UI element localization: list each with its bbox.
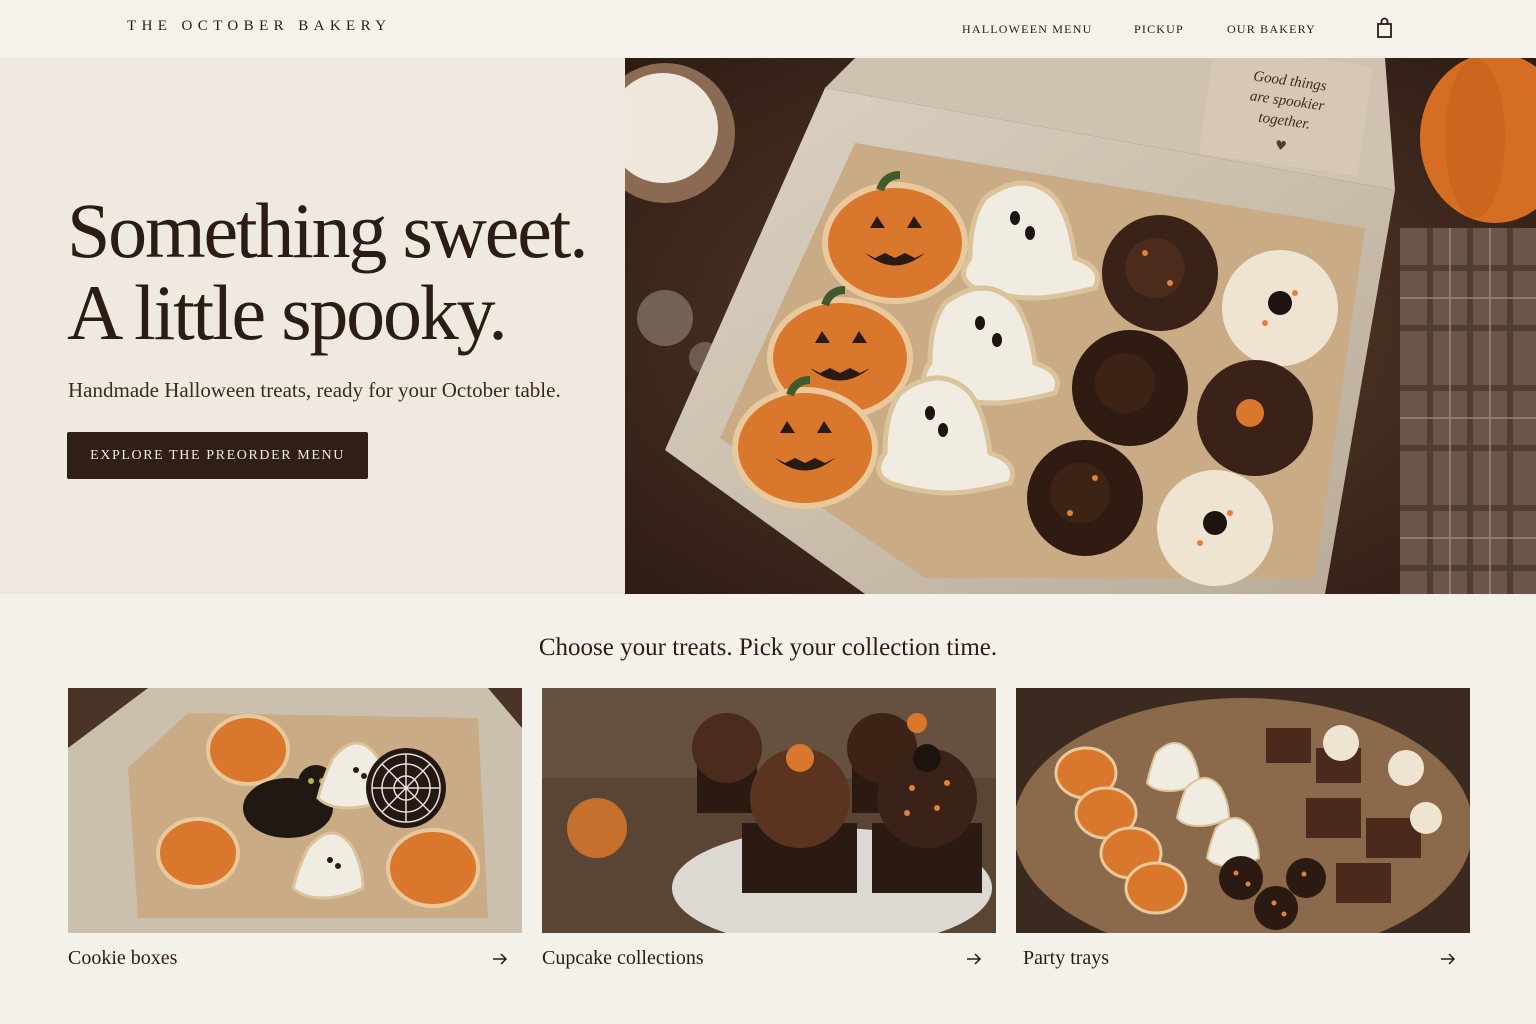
shopping-bag-icon[interactable] — [1374, 16, 1396, 40]
brand-logo[interactable]: THE OCTOBER BAKERY — [127, 18, 391, 35]
collection-label-cupcake-collections: Cupcake collections — [542, 947, 704, 969]
collection-card-cookie-boxes[interactable]: Cookie boxes — [68, 688, 522, 978]
nav-pickup[interactable]: PICKUP — [1134, 22, 1184, 37]
svg-text:♥: ♥ — [1274, 138, 1288, 154]
collection-label-cookie-boxes: Cookie boxes — [68, 947, 178, 969]
arrow-right-icon — [493, 953, 508, 965]
arrow-right-icon — [1441, 953, 1456, 965]
hero-title: Something sweet. A little spooky. — [67, 190, 627, 354]
section-title: Choose your treats. Pick your collection… — [538, 634, 998, 661]
arrow-right-icon — [967, 953, 982, 965]
hero-subtitle: Handmade Halloween treats, ready for you… — [68, 378, 561, 402]
cupcake-collection-image — [542, 688, 996, 933]
hero-title-line-2: A little spooky. — [67, 269, 508, 356]
collection-card-cupcake-collections[interactable]: Cupcake collections — [542, 688, 996, 978]
hero-treat-box-image: Good things are spookier together. ♥ — [625, 58, 1536, 594]
hero-title-line-1: Something sweet. — [67, 187, 589, 274]
explore-preorder-button[interactable]: EXPLORE THE PREORDER MENU — [67, 432, 368, 479]
nav-halloween-menu[interactable]: HALLOWEEN MENU — [962, 22, 1092, 37]
site-header: THE OCTOBER BAKERY HALLOWEEN MENU PICKUP… — [0, 0, 1536, 58]
party-tray-image — [1016, 688, 1470, 933]
cookie-box-image — [68, 688, 522, 933]
collection-label-party-trays: Party trays — [1023, 947, 1110, 969]
nav-our-bakery[interactable]: OUR BAKERY — [1227, 22, 1316, 37]
collection-card-party-trays[interactable]: Party trays — [1016, 688, 1470, 978]
